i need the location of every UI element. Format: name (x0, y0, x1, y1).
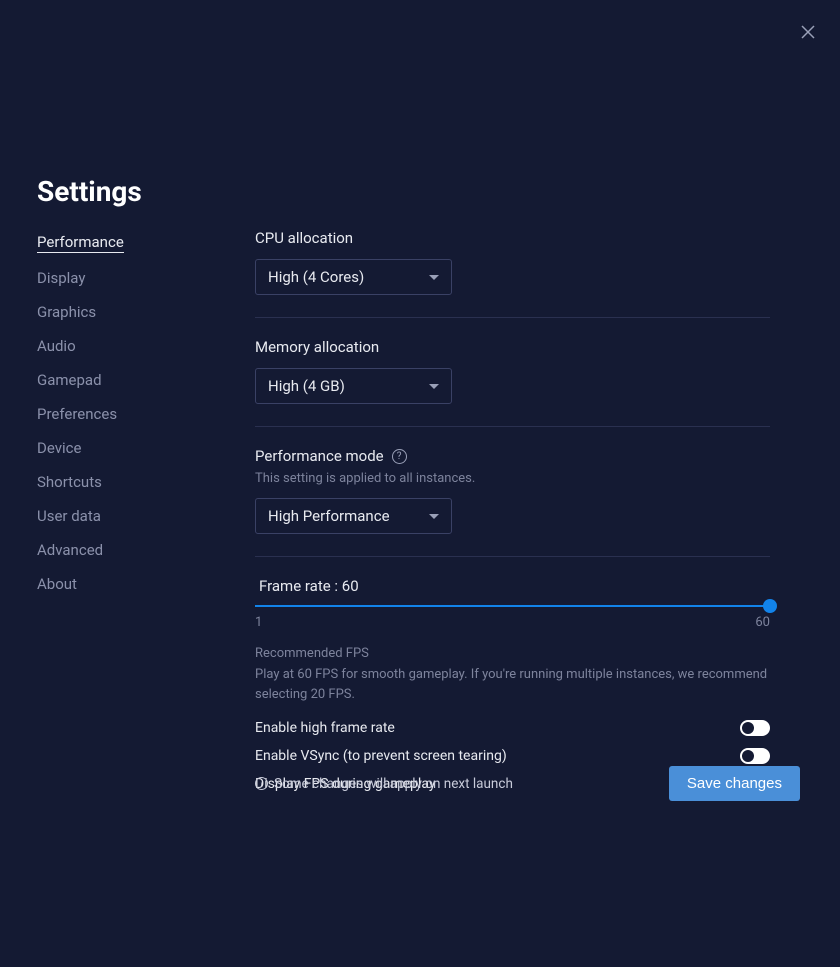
footer-note-text: Some changes will apply on next launch (274, 776, 513, 792)
help-icon[interactable]: ? (392, 449, 407, 464)
caret-down-icon (429, 514, 439, 519)
settings-window: Settings Performance Display Graphics Au… (0, 0, 840, 967)
settings-content: CPU allocation High (4 Cores) Memory all… (255, 229, 770, 812)
memory-allocation-label: Memory allocation (255, 338, 770, 356)
cpu-allocation-value: High (4 Cores) (268, 268, 364, 286)
performance-mode-section: Performance mode ? This setting is appli… (255, 447, 770, 557)
frame-rate-max: 60 (755, 615, 770, 630)
toggle-knob (742, 750, 754, 762)
sidebar-item-gamepad[interactable]: Gamepad (37, 371, 102, 389)
performance-mode-select[interactable]: High Performance (255, 498, 452, 534)
recommended-fps-heading: Recommended FPS (255, 646, 770, 661)
enable-vsync-row: Enable VSync (to prevent screen tearing) (255, 748, 770, 764)
enable-high-frame-rate-row: Enable high frame rate (255, 720, 770, 736)
frame-rate-slider[interactable] (255, 605, 770, 607)
performance-mode-label: Performance mode ? (255, 447, 770, 465)
sidebar-item-display[interactable]: Display (37, 269, 85, 287)
close-button[interactable] (794, 18, 822, 46)
enable-vsync-label: Enable VSync (to prevent screen tearing) (255, 748, 507, 764)
frame-rate-min: 1 (255, 615, 262, 630)
frame-rate-label: Frame rate : 60 (259, 577, 770, 595)
close-icon (801, 25, 815, 39)
enable-high-frame-rate-toggle[interactable] (740, 720, 770, 736)
frame-rate-section: Frame rate : 60 1 60 Recommended FPS Pla… (255, 577, 770, 792)
sidebar-item-user-data[interactable]: User data (37, 507, 101, 525)
enable-high-frame-rate-label: Enable high frame rate (255, 720, 395, 736)
sidebar-item-device[interactable]: Device (37, 439, 81, 457)
sidebar-item-graphics[interactable]: Graphics (37, 303, 96, 321)
memory-allocation-select[interactable]: High (4 GB) (255, 368, 452, 404)
performance-mode-sublabel: This setting is applied to all instances… (255, 471, 770, 486)
performance-mode-value: High Performance (268, 507, 390, 525)
memory-allocation-value: High (4 GB) (268, 377, 345, 395)
performance-mode-label-text: Performance mode (255, 447, 384, 465)
settings-footer: i Some changes will apply on next launch… (255, 766, 800, 801)
toggle-knob (742, 722, 754, 734)
frame-rate-label-prefix: Frame rate : (259, 577, 342, 595)
enable-vsync-toggle[interactable] (740, 748, 770, 764)
sidebar-item-advanced[interactable]: Advanced (37, 541, 103, 559)
frame-rate-value: 60 (342, 577, 359, 595)
cpu-allocation-label: CPU allocation (255, 229, 770, 247)
caret-down-icon (429, 275, 439, 280)
frame-rate-range: 1 60 (255, 615, 770, 630)
cpu-allocation-section: CPU allocation High (4 Cores) (255, 229, 770, 318)
sidebar-item-audio[interactable]: Audio (37, 337, 76, 355)
footer-note: i Some changes will apply on next launch (255, 776, 513, 792)
recommended-fps-body: Play at 60 FPS for smooth gameplay. If y… (255, 665, 770, 704)
sidebar-item-about[interactable]: About (37, 575, 77, 593)
sidebar-item-shortcuts[interactable]: Shortcuts (37, 473, 102, 491)
frame-rate-slider-thumb[interactable] (763, 599, 777, 613)
memory-allocation-section: Memory allocation High (4 GB) (255, 338, 770, 427)
save-changes-button[interactable]: Save changes (669, 766, 800, 801)
settings-sidebar: Performance Display Graphics Audio Gamep… (37, 232, 207, 608)
info-icon: i (255, 777, 268, 790)
sidebar-item-performance[interactable]: Performance (37, 233, 124, 253)
cpu-allocation-select[interactable]: High (4 Cores) (255, 259, 452, 295)
sidebar-item-preferences[interactable]: Preferences (37, 405, 117, 423)
caret-down-icon (429, 384, 439, 389)
page-title: Settings (37, 175, 142, 208)
